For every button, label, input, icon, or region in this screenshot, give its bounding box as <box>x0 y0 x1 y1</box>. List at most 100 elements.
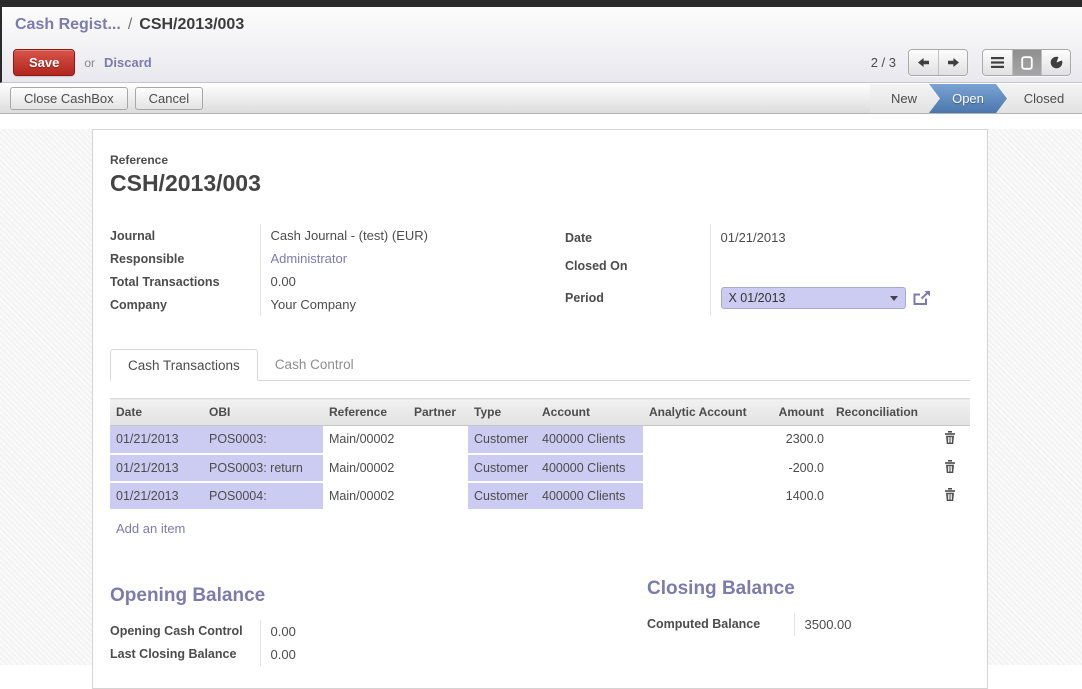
closing-balance-section: Closing Balance Computed Balance 3500.00 <box>647 578 970 666</box>
page-title: CSH/2013/003 <box>110 170 970 197</box>
cell-account[interactable]: 400000 Clients <box>536 482 643 510</box>
tab-cash-control[interactable]: Cash Control <box>258 349 371 381</box>
status-step-closed[interactable]: Closed <box>998 84 1082 113</box>
opening-balance-title: Opening Balance <box>110 585 647 607</box>
cell-date[interactable]: 01/21/2013 <box>110 454 203 482</box>
cell-account[interactable]: 400000 Clients <box>536 454 643 482</box>
cell-amount[interactable]: -200.0 <box>761 454 830 482</box>
status-step-new[interactable]: New <box>870 84 938 113</box>
arrow-left-icon <box>917 56 930 69</box>
journal-value: Cash Journal - (test) (EUR) <box>260 224 565 247</box>
arrow-right-icon <box>947 56 960 69</box>
status-step-open[interactable]: Open <box>929 84 1007 113</box>
column-header-reconciliation[interactable]: Reconciliation <box>830 399 930 426</box>
period-select-value: X 01/2013 <box>729 291 786 305</box>
form-view-button[interactable] <box>1012 50 1041 75</box>
graph-view-button[interactable] <box>1041 50 1070 75</box>
reference-label: Reference <box>110 153 970 167</box>
page-background: Reference CSH/2013/003 Journal Cash Jour… <box>0 129 1082 665</box>
table-row: 01/21/2013 POS0003: Main/00002 Customer … <box>110 426 970 454</box>
table-header-row: Date OBI Reference Partner Type Account … <box>110 399 970 426</box>
cell-type[interactable]: Customer <box>468 454 536 482</box>
date-label: Date <box>565 224 710 251</box>
period-select[interactable]: X 01/2013 <box>721 287 906 309</box>
cell-obi[interactable]: POS0003: return <box>203 454 323 482</box>
status-bar: New Open Closed <box>870 84 1082 113</box>
notebook-tabs: Cash Transactions Cash Control <box>110 349 970 381</box>
table-row: 01/21/2013 POS0003: return Main/00002 Cu… <box>110 454 970 482</box>
save-button[interactable]: Save <box>13 49 75 76</box>
table-row: 01/21/2013 POS0004: Main/00002 Customer … <box>110 482 970 510</box>
cell-date[interactable]: 01/21/2013 <box>110 482 203 510</box>
or-label: or <box>84 56 95 70</box>
tab-cash-transactions[interactable]: Cash Transactions <box>110 349 258 381</box>
save-toolbar: Save or Discard 2 / 3 <box>2 43 1082 82</box>
last-closing-balance-value: 0.00 <box>260 643 296 666</box>
column-header-analytic-account[interactable]: Analytic Account <box>643 399 761 426</box>
closed-on-label: Closed On <box>565 251 710 280</box>
breadcrumb-current: CSH/2013/003 <box>139 16 244 34</box>
form-view-icon <box>1021 56 1033 70</box>
open-record-icon[interactable] <box>913 290 931 306</box>
cell-partner[interactable] <box>408 454 468 482</box>
transactions-table: Date OBI Reference Partner Type Account … <box>110 398 970 511</box>
field-group-right: Date 01/21/2013 Closed On Period X 01/20… <box>565 224 970 316</box>
computed-balance-value: 3500.00 <box>794 613 852 636</box>
discard-link[interactable]: Discard <box>104 55 152 70</box>
cell-partner[interactable] <box>408 426 468 454</box>
column-header-date[interactable]: Date <box>110 399 203 426</box>
cell-date[interactable]: 01/21/2013 <box>110 426 203 454</box>
cell-reconciliation[interactable] <box>830 454 930 482</box>
responsible-label: Responsible <box>110 247 260 270</box>
company-value: Your Company <box>260 293 565 316</box>
cancel-button[interactable]: Cancel <box>135 87 203 110</box>
cell-account[interactable]: 400000 Clients <box>536 426 643 454</box>
column-header-obi[interactable]: OBI <box>203 399 323 426</box>
responsible-link[interactable]: Administrator <box>260 247 565 270</box>
cell-obi[interactable]: POS0004: <box>203 482 323 510</box>
cell-reconciliation[interactable] <box>830 426 930 454</box>
delete-row-icon[interactable] <box>930 426 970 454</box>
add-item-link[interactable]: Add an item <box>116 521 185 536</box>
delete-row-icon[interactable] <box>930 454 970 482</box>
cell-partner[interactable] <box>408 482 468 510</box>
column-header-reference[interactable]: Reference <box>323 399 408 426</box>
cell-type[interactable]: Customer <box>468 426 536 454</box>
cell-amount[interactable]: 1400.0 <box>761 482 830 510</box>
breadcrumb-separator: / <box>128 16 132 34</box>
pager-next-button[interactable] <box>938 50 967 75</box>
cell-type[interactable]: Customer <box>468 482 536 510</box>
close-cashbox-button[interactable]: Close CashBox <box>10 87 128 110</box>
column-header-partner[interactable]: Partner <box>408 399 468 426</box>
pager-previous-button[interactable] <box>909 50 938 75</box>
column-header-amount[interactable]: Amount <box>761 399 830 426</box>
period-label: Period <box>565 281 710 316</box>
cell-amount[interactable]: 2300.0 <box>761 426 830 454</box>
delete-row-icon[interactable] <box>930 482 970 510</box>
last-closing-balance-label: Last Closing Balance <box>110 643 260 666</box>
pager-buttons <box>908 49 968 76</box>
window-top-bar <box>0 0 1082 7</box>
journal-label: Journal <box>110 224 260 247</box>
column-header-account[interactable]: Account <box>536 399 643 426</box>
action-bar: Close CashBox Cancel New Open Closed <box>0 83 1082 114</box>
cell-analytic-account[interactable] <box>643 426 761 454</box>
opening-cash-control-value: 0.00 <box>260 620 296 643</box>
breadcrumb-parent-link[interactable]: Cash Regist... <box>15 16 121 34</box>
form-sheet: Reference CSH/2013/003 Journal Cash Jour… <box>92 129 988 689</box>
column-header-type[interactable]: Type <box>468 399 536 426</box>
chevron-down-icon <box>890 296 898 301</box>
closing-balance-title: Closing Balance <box>647 578 970 600</box>
cell-analytic-account[interactable] <box>643 454 761 482</box>
list-view-icon <box>991 57 1004 68</box>
computed-balance-label: Computed Balance <box>647 613 794 636</box>
column-header-actions <box>930 399 970 426</box>
cell-reconciliation[interactable] <box>830 482 930 510</box>
cell-reference[interactable]: Main/00002 <box>323 454 408 482</box>
cell-reference[interactable]: Main/00002 <box>323 482 408 510</box>
cell-obi[interactable]: POS0003: <box>203 426 323 454</box>
cell-reference[interactable]: Main/00002 <box>323 426 408 454</box>
list-view-button[interactable] <box>983 50 1012 75</box>
breadcrumb: Cash Regist... / CSH/2013/003 <box>2 7 1082 43</box>
cell-analytic-account[interactable] <box>643 482 761 510</box>
